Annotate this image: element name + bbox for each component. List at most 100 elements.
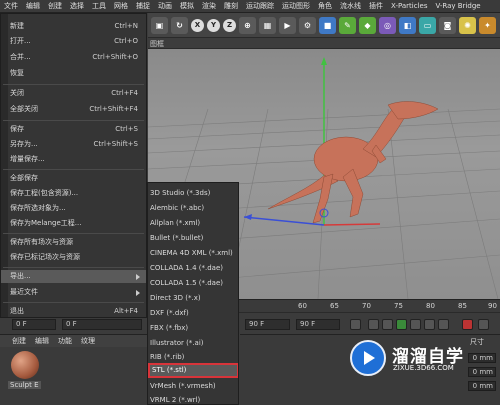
menu-item-exit[interactable]: 退出 Alt+F4 — [1, 305, 146, 318]
timeline-tick: 85 — [458, 302, 467, 310]
play-button[interactable] — [396, 319, 407, 330]
menu-11[interactable]: 运动跟踪 — [242, 0, 278, 13]
menu-item-save-as[interactable]: 另存为... Ctrl+Shift+S — [1, 138, 146, 151]
menu-0[interactable]: 文件 — [0, 0, 22, 13]
export-item-alembic[interactable]: Alembic (*.abc) — [148, 201, 238, 215]
y-axis-toggle[interactable]: Y — [207, 18, 220, 32]
material-menu-function[interactable]: 功能 — [58, 336, 72, 346]
menu-item-new[interactable]: 新建 Ctrl+N — [1, 20, 146, 33]
start-frame-field[interactable]: 0 F — [12, 319, 56, 330]
export-item-3ds[interactable]: 3D Studio (*.3ds) — [148, 186, 238, 200]
menu-item-save-marked-takes[interactable]: 保存已标记场次与资源 — [1, 251, 146, 264]
z-axis-toggle[interactable]: Z — [223, 18, 236, 32]
go-to-start-button[interactable] — [350, 319, 361, 330]
material-menu-edit[interactable]: 编辑 — [35, 336, 49, 346]
menu-2[interactable]: 创建 — [44, 0, 66, 13]
menu-item-save-melange[interactable]: 保存为Melange工程... — [1, 217, 146, 230]
export-item-illustrator[interactable]: Illustrator (*.ai) — [148, 336, 238, 350]
cube-icon[interactable]: ▣ — [151, 16, 168, 34]
menu-5[interactable]: 网格 — [110, 0, 132, 13]
cube-primitive-icon[interactable]: ■ — [319, 16, 336, 34]
x-axis-toggle[interactable]: X — [191, 18, 204, 32]
material-name[interactable]: Sculpt E — [8, 381, 41, 389]
go-to-end-button[interactable] — [438, 319, 449, 330]
menu-8[interactable]: 模拟 — [176, 0, 198, 13]
material-menu-texture[interactable]: 纹理 — [81, 336, 95, 346]
world-coord-icon[interactable]: ⊕ — [239, 16, 256, 34]
menu-4[interactable]: 工具 — [88, 0, 110, 13]
menu-item-save-selected[interactable]: 保存所选对象为... — [1, 202, 146, 215]
timeline-tick: 70 — [362, 302, 371, 310]
generator-icon[interactable]: ◆ — [359, 16, 376, 34]
export-item-vrmesh[interactable]: VrMesh (*.vrmesh) — [148, 379, 238, 393]
menu-item-save-project[interactable]: 保存工程(包含资源)... — [1, 187, 146, 200]
export-item-dxf[interactable]: DXF (*.dxf) — [148, 306, 238, 320]
menu-17[interactable]: V-Ray Bridge — [431, 0, 484, 13]
menu-16[interactable]: X-Particles — [387, 0, 431, 13]
menu-item-save[interactable]: 保存 Ctrl+S — [1, 123, 146, 136]
next-key-button[interactable] — [424, 319, 435, 330]
viewport-label: 图框 — [150, 40, 164, 48]
menu-item-save-all[interactable]: 全部保存 — [1, 172, 146, 185]
camera-icon[interactable]: ◙ — [439, 16, 456, 34]
menu-1[interactable]: 编辑 — [22, 0, 44, 13]
export-item-direct3d[interactable]: Direct 3D (*.x) — [148, 291, 238, 305]
export-item-fbx[interactable]: FBX (*.fbx) — [148, 321, 238, 335]
main-toolbar: ▣ ↻ X Y Z ⊕ ▦ ▶ ⚙ ■ ✎ ◆ ◎ ◧ ▭ ◙ ✺ ✦ — [148, 13, 500, 38]
menu-item-revert[interactable]: 恢复 — [1, 67, 146, 80]
render-view-icon[interactable]: ▦ — [259, 16, 276, 34]
material-menu-create[interactable]: 创建 — [12, 336, 26, 346]
play-icon — [364, 351, 375, 365]
submenu-arrow-icon — [136, 274, 140, 280]
export-item-allplan[interactable]: Allplan (*.xml) — [148, 216, 238, 230]
menu-item-merge[interactable]: 合并... Ctrl+Shift+O — [1, 51, 146, 64]
keyframe-button[interactable] — [478, 319, 489, 330]
export-item-collada-14[interactable]: COLLADA 1.4 (*.dae) — [148, 261, 238, 275]
rotate-icon[interactable]: ↻ — [171, 16, 188, 34]
menu-3[interactable]: 选择 — [66, 0, 88, 13]
scene-icon[interactable]: ◧ — [399, 16, 416, 34]
export-item-c4d-xml[interactable]: CINEMA 4D XML (*.xml) — [148, 246, 238, 260]
watermark-logo — [350, 340, 386, 376]
export-item-collada-15[interactable]: COLLADA 1.5 (*.dae) — [148, 276, 238, 290]
light-icon[interactable]: ✺ — [459, 16, 476, 34]
material-preview-ball[interactable] — [11, 351, 39, 379]
menu-item-open[interactable]: 打开... Ctrl+O — [1, 35, 146, 48]
next-frame-button[interactable] — [410, 319, 421, 330]
menu-6[interactable]: 捕捉 — [132, 0, 154, 13]
menu-7[interactable]: 动画 — [154, 0, 176, 13]
menu-9[interactable]: 渲染 — [198, 0, 220, 13]
menu-item-close[interactable]: 关闭 Ctrl+F4 — [1, 87, 146, 100]
x-axis-arrow — [244, 214, 252, 220]
spline-pen-icon[interactable]: ✎ — [339, 16, 356, 34]
record-button[interactable] — [462, 319, 473, 330]
menu-separator — [3, 302, 144, 303]
menu-item-incremental-save[interactable]: 增量保存... — [1, 153, 146, 166]
export-item-bullet[interactable]: Bullet (*.bullet) — [148, 231, 238, 245]
menu-10[interactable]: 雕刻 — [220, 0, 242, 13]
export-item-stl[interactable]: STL (*.stl) — [148, 363, 238, 378]
menu-bar: 文件 编辑 创建 选择 工具 网格 捕捉 动画 模拟 渲染 雕刻 运动跟踪 运动图形 角色 流水线 插件 X-P… — [0, 0, 500, 13]
menu-12[interactable]: 运动图形 — [278, 0, 314, 13]
menu-14[interactable]: 流水线 — [336, 0, 365, 13]
menu-item-save-all-takes[interactable]: 保存所有场次与资源 — [1, 236, 146, 249]
watermark: 溜溜自学 ZIXUE.3D66.COM — [350, 338, 475, 383]
xparticles-icon[interactable]: ✦ — [479, 16, 496, 34]
export-item-rib[interactable]: RIB (*.rib) — [148, 350, 238, 364]
menu-item-recent-files[interactable]: 最近文件 — [1, 286, 146, 299]
render-icon[interactable]: ▶ — [279, 16, 296, 34]
menu-item-close-all[interactable]: 全部关闭 Ctrl+Shift+F4 — [1, 103, 146, 116]
max-frame-field[interactable]: 90 F — [296, 319, 340, 330]
prev-frame-button[interactable] — [382, 319, 393, 330]
end-frame-field[interactable]: 90 F — [245, 319, 290, 330]
x-axis-line — [243, 216, 325, 226]
menu-13[interactable]: 角色 — [314, 0, 336, 13]
environment-icon[interactable]: ▭ — [419, 16, 436, 34]
render-settings-icon[interactable]: ⚙ — [299, 16, 316, 34]
deformer-icon[interactable]: ◎ — [379, 16, 396, 34]
prev-key-button[interactable] — [368, 319, 379, 330]
menu-item-export[interactable]: 导出... — [1, 270, 146, 283]
menu-15[interactable]: 插件 — [365, 0, 387, 13]
current-frame-field[interactable]: 0 F — [62, 319, 142, 330]
export-item-vrml2[interactable]: VRML 2 (*.wrl) — [148, 393, 238, 404]
